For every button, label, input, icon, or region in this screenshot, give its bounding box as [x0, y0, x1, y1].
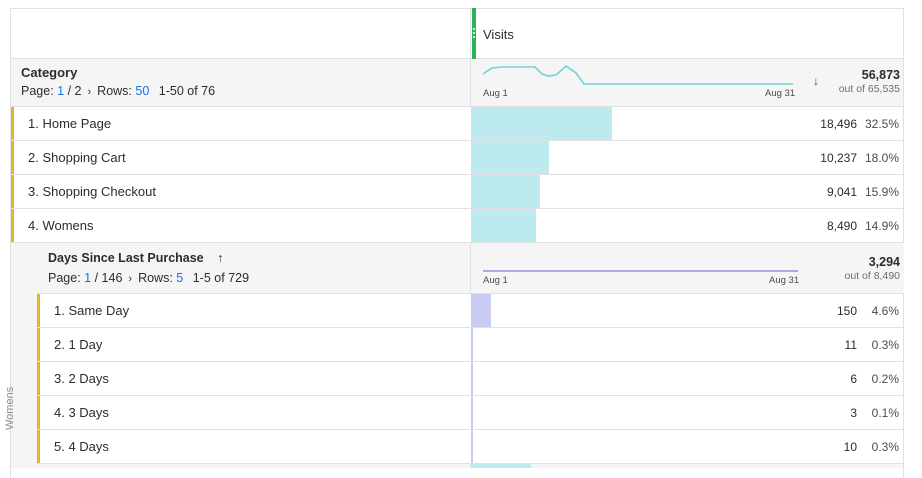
arrow-down-icon[interactable]: ↓ [813, 74, 819, 88]
page-label: Page: [48, 271, 81, 285]
metric-header-row [10, 8, 904, 59]
page-label: Page: [21, 84, 54, 98]
row-bar [471, 362, 473, 395]
next-row-bar [471, 464, 531, 468]
row-bar [471, 107, 612, 140]
row-label[interactable]: 5. 4 Days [54, 439, 109, 454]
row-range: 1-5 of 729 [192, 271, 250, 285]
table-row[interactable]: 4. Womens 8,490 14.9% [11, 209, 903, 243]
row-percent: 0.1% [871, 406, 899, 420]
table-row[interactable]: 3. 2 Days 6 0.2% [37, 362, 903, 396]
row-label[interactable]: 1. Same Day [54, 303, 129, 318]
breakdown-parent-label: Womens [4, 386, 16, 430]
row-bar [471, 294, 491, 327]
axis-start-label: Aug 1 [483, 88, 508, 99]
page-total: / 2 [67, 84, 82, 98]
column-total: 56,873 [861, 68, 900, 82]
row-percent: 32.5% [864, 117, 899, 131]
row-bar [471, 209, 536, 242]
row-accent [37, 294, 40, 327]
row-accent [37, 362, 40, 395]
dimension-title[interactable]: Category [21, 65, 77, 80]
page-number[interactable]: 1 [57, 84, 64, 98]
row-bar [471, 141, 549, 174]
row-percent: 15.9% [864, 185, 899, 199]
visits-sparkline [482, 64, 793, 85]
axis-end-label: Aug 31 [765, 88, 796, 99]
row-range: 1-50 of 76 [158, 84, 216, 98]
breakdown-total-out-of: out of 8,490 [844, 270, 900, 282]
row-accent [11, 107, 14, 140]
row-percent: 0.3% [871, 338, 899, 352]
row-value: 18,496 [820, 117, 857, 131]
row-accent [11, 141, 14, 174]
drag-handle-icon[interactable] [472, 8, 476, 59]
table-row[interactable]: 1. Home Page 18,496 32.5% [11, 107, 903, 141]
table-row[interactable]: 1. Same Day 150 4.6% [37, 294, 903, 328]
row-value: 150 [836, 304, 857, 318]
row-value: 11 [844, 338, 857, 352]
table-row[interactable]: 2. Shopping Cart 10,237 18.0% [11, 141, 903, 175]
column-total-out-of: out of 65,535 [838, 83, 900, 95]
row-accent [37, 430, 40, 463]
row-label[interactable]: 2. Shopping Cart [28, 150, 126, 165]
breakdown-sparkline [483, 270, 798, 272]
row-accent [11, 209, 14, 242]
row-percent: 18.0% [864, 151, 899, 165]
table-row[interactable]: 3. Shopping Checkout 9,041 15.9% [11, 175, 903, 209]
breakdown-dimension-name[interactable]: Days Since Last Purchase [48, 251, 204, 265]
row-percent: 0.2% [871, 372, 899, 386]
row-accent [37, 396, 40, 429]
breakdown-pager: Page: 1 / 146 › Rows: 5 1-5 of 729 [48, 271, 249, 285]
page-total: / 146 [94, 271, 123, 285]
row-value: 3 [850, 406, 857, 420]
row-label[interactable]: 4. 3 Days [54, 405, 109, 420]
rows-label: Rows: [97, 84, 132, 98]
row-label[interactable]: 1. Home Page [28, 116, 111, 131]
dimension-pager: Page: 1 / 2 › Rows: 50 1-50 of 76 [21, 84, 215, 98]
row-percent: 0.3% [871, 440, 899, 454]
row-percent: 4.6% [871, 304, 899, 318]
rows-count[interactable]: 5 [176, 271, 183, 285]
row-label[interactable]: 3. Shopping Checkout [28, 184, 156, 199]
table-row[interactable]: 5. 4 Days 10 0.3% [37, 430, 903, 464]
table-row[interactable]: 2. 1 Day 11 0.3% [37, 328, 903, 362]
row-value: 10 [843, 440, 857, 454]
row-accent [37, 328, 40, 361]
row-percent: 14.9% [864, 219, 899, 233]
row-value: 6 [850, 372, 857, 386]
row-value: 8,490 [826, 219, 857, 233]
breakdown-title: Days Since Last Purchase ↑ [48, 251, 223, 265]
chevron-right-icon[interactable]: › [128, 273, 132, 285]
row-bar [471, 175, 540, 208]
arrow-up-icon[interactable]: ↑ [217, 251, 223, 265]
row-label[interactable]: 2. 1 Day [54, 337, 102, 352]
rows-label: Rows: [138, 271, 173, 285]
breakdown-total: 3,294 [868, 255, 900, 269]
axis-start-label: Aug 1 [483, 275, 508, 286]
page-number[interactable]: 1 [84, 271, 91, 285]
row-bar [471, 396, 473, 429]
metric-column-header[interactable]: Visits [483, 27, 514, 42]
rows-count[interactable]: 50 [135, 84, 149, 98]
row-label[interactable]: 3. 2 Days [54, 371, 109, 386]
row-value: 10,237 [820, 151, 857, 165]
row-bar [471, 328, 473, 361]
row-value: 9,041 [826, 185, 857, 199]
axis-end-label: Aug 31 [769, 275, 800, 286]
table-row[interactable]: 4. 3 Days 3 0.1% [37, 396, 903, 430]
chevron-right-icon[interactable]: › [88, 86, 92, 98]
row-bar [471, 430, 473, 463]
row-label[interactable]: 4. Womens [28, 218, 94, 233]
row-accent [11, 175, 14, 208]
